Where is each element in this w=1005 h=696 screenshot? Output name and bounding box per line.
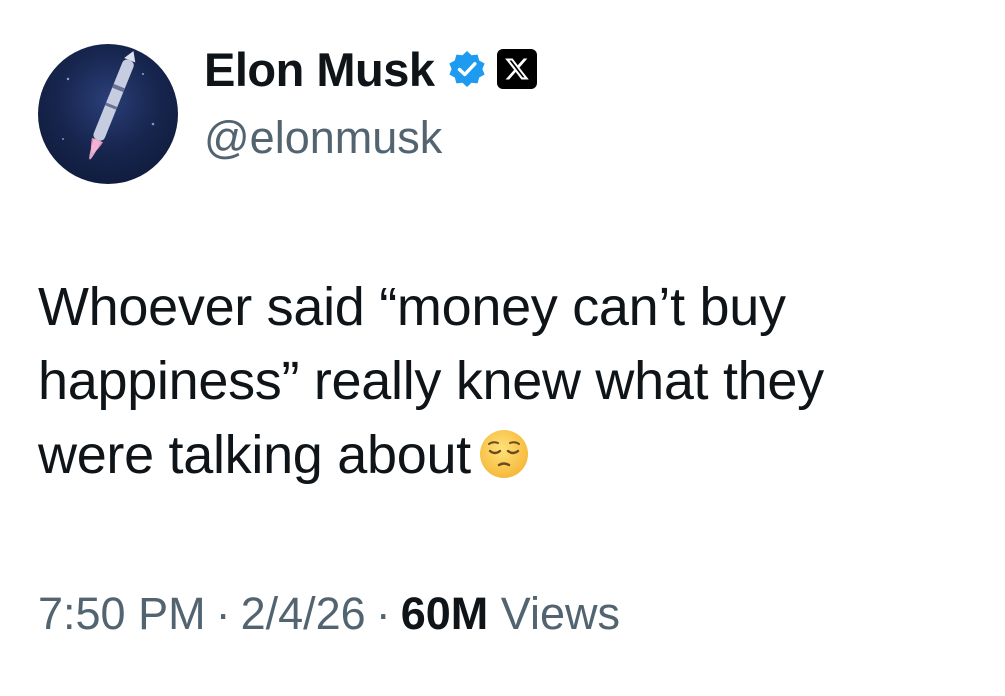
verified-badge-icon[interactable]: [447, 49, 487, 89]
x-logo-icon[interactable]: [496, 49, 537, 89]
rocket-launch-avatar-icon: [62, 50, 155, 160]
pensive-face-emoji-icon: [477, 426, 531, 480]
tweet-date[interactable]: 2/4/26: [241, 588, 366, 639]
meta-separator: ·: [215, 588, 231, 639]
tweet-text: Whoever said “money can’t buy happiness”…: [38, 270, 988, 492]
tweet-text-line-last: were talking about: [38, 418, 988, 492]
tweet-meta: 7:50 PM · 2/4/26 · 60M Views: [38, 588, 620, 640]
author-handle[interactable]: @elonmusk: [204, 112, 904, 164]
tweet-text-line: Whoever said “money can’t buy: [38, 277, 786, 337]
tweet-text-line: happiness” really knew what they: [38, 351, 824, 411]
avatar[interactable]: [38, 44, 178, 184]
tweet-text-fragment: were talking about: [38, 425, 471, 485]
views-count[interactable]: 60M: [401, 588, 489, 639]
tweet-header: Elon Musk @elonmusk: [38, 28, 978, 184]
tweet-time[interactable]: 7:50 PM: [38, 588, 206, 639]
meta-separator: ·: [375, 588, 391, 639]
name-row: Elon Musk: [204, 36, 904, 102]
author-identity: Elon Musk @elonmusk: [204, 36, 904, 164]
tweet-card: Elon Musk @elonmusk Whoever said “money …: [0, 0, 1005, 696]
author-display-name[interactable]: Elon Musk: [204, 42, 435, 97]
views-label[interactable]: Views: [501, 588, 620, 639]
